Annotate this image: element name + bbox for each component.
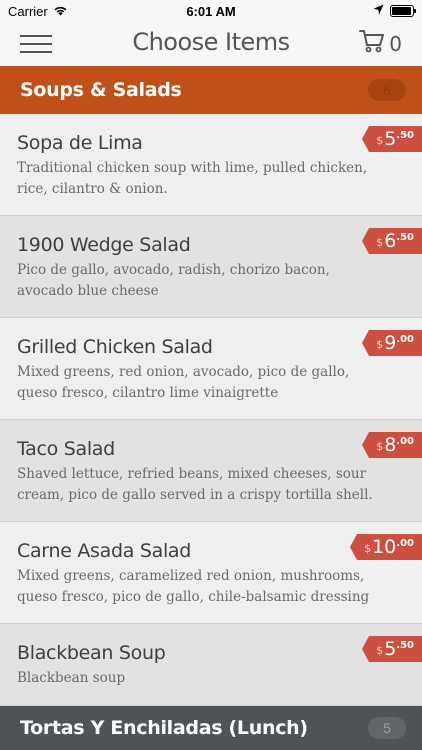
menu-item[interactable]: Taco Salad Shaved lettuce, refried beans… (0, 420, 422, 522)
price-dollar-sign: $ (376, 440, 384, 453)
status-time: 6:01 AM (186, 4, 236, 19)
price-dollars: 9 (384, 332, 397, 354)
battery-fill (392, 6, 411, 15)
price-dollar-sign: $ (376, 338, 384, 351)
location-arrow-icon (373, 3, 384, 18)
item-name: Blackbean Soup (17, 642, 166, 664)
price-dollars: 5 (384, 128, 397, 150)
item-description: Blackbean soup (17, 670, 126, 686)
item-name: 1900 Wedge Salad (17, 234, 191, 256)
price-dollar-sign: $ (376, 134, 384, 147)
section-count-badge: 5 (368, 717, 406, 739)
status-bar: Carrier 6:01 AM (0, 0, 422, 22)
item-name: Grilled Chicken Salad (17, 336, 213, 358)
price-dollar-sign: $ (376, 236, 384, 249)
price-dollar-sign: $ (364, 542, 372, 555)
menu-item[interactable]: Grilled Chicken Salad Mixed greens, red … (0, 318, 422, 420)
price-dollars: 6 (384, 230, 397, 252)
item-description: Traditional chicken soup with lime, pull… (17, 160, 368, 197)
section-header-tortas-enchiladas[interactable]: Tortas Y Enchiladas (Lunch) 5 (0, 706, 422, 750)
cart-icon (359, 29, 385, 58)
price-dollars: 5 (384, 638, 397, 660)
section-count-badge: 6 (368, 79, 406, 101)
price-cents: .50 (396, 640, 414, 651)
price-cents: .50 (396, 130, 414, 141)
section-title: Tortas Y Enchiladas (Lunch) (20, 717, 308, 739)
item-description: Mixed greens, red onion, avocado, pico d… (17, 364, 350, 401)
item-description: Mixed greens, caramelized red onion, mus… (17, 568, 370, 605)
menu-item[interactable]: 1900 Wedge Salad Pico de gallo, avocado,… (0, 216, 422, 318)
price-cents: .00 (396, 334, 414, 345)
item-name: Sopa de Lima (17, 132, 143, 154)
price-tag: $ 5 .50 (362, 126, 422, 152)
item-description: Shaved lettuce, refried beans, mixed che… (17, 466, 373, 503)
price-tag: $ 9 .00 (362, 330, 422, 356)
nav-bar: Choose Items 0 (0, 22, 422, 66)
battery-icon (390, 4, 416, 17)
price-tag: $ 8 .00 (362, 432, 422, 458)
price-tag: $ 6 .50 (362, 228, 422, 254)
menu-item[interactable]: Sopa de Lima Traditional chicken soup wi… (0, 114, 422, 216)
status-right (373, 3, 416, 18)
item-name: Carne Asada Salad (17, 540, 192, 562)
price-cents: .50 (396, 232, 414, 243)
price-tag: $ 5 .50 (362, 636, 422, 662)
cart-button[interactable]: 0 (359, 29, 402, 58)
section-header-soups-salads[interactable]: Soups & Salads 6 (0, 66, 422, 114)
price-dollar-sign: $ (376, 644, 384, 657)
price-cents: .00 (396, 436, 414, 447)
item-name: Taco Salad (17, 438, 115, 460)
price-dollars: 10 (372, 536, 397, 558)
item-description: Pico de gallo, avocado, radish, chorizo … (17, 262, 330, 299)
menu-item[interactable]: Blackbean Soup Blackbean soup $ 5 .50 (0, 624, 422, 706)
price-dollars: 8 (384, 434, 397, 456)
price-tag: $ 10 .00 (350, 534, 422, 560)
price-cents: .00 (396, 538, 414, 549)
section-title: Soups & Salads (20, 79, 182, 101)
menu-item[interactable]: Carne Asada Salad Mixed greens, carameli… (0, 522, 422, 624)
cart-count: 0 (389, 31, 402, 56)
